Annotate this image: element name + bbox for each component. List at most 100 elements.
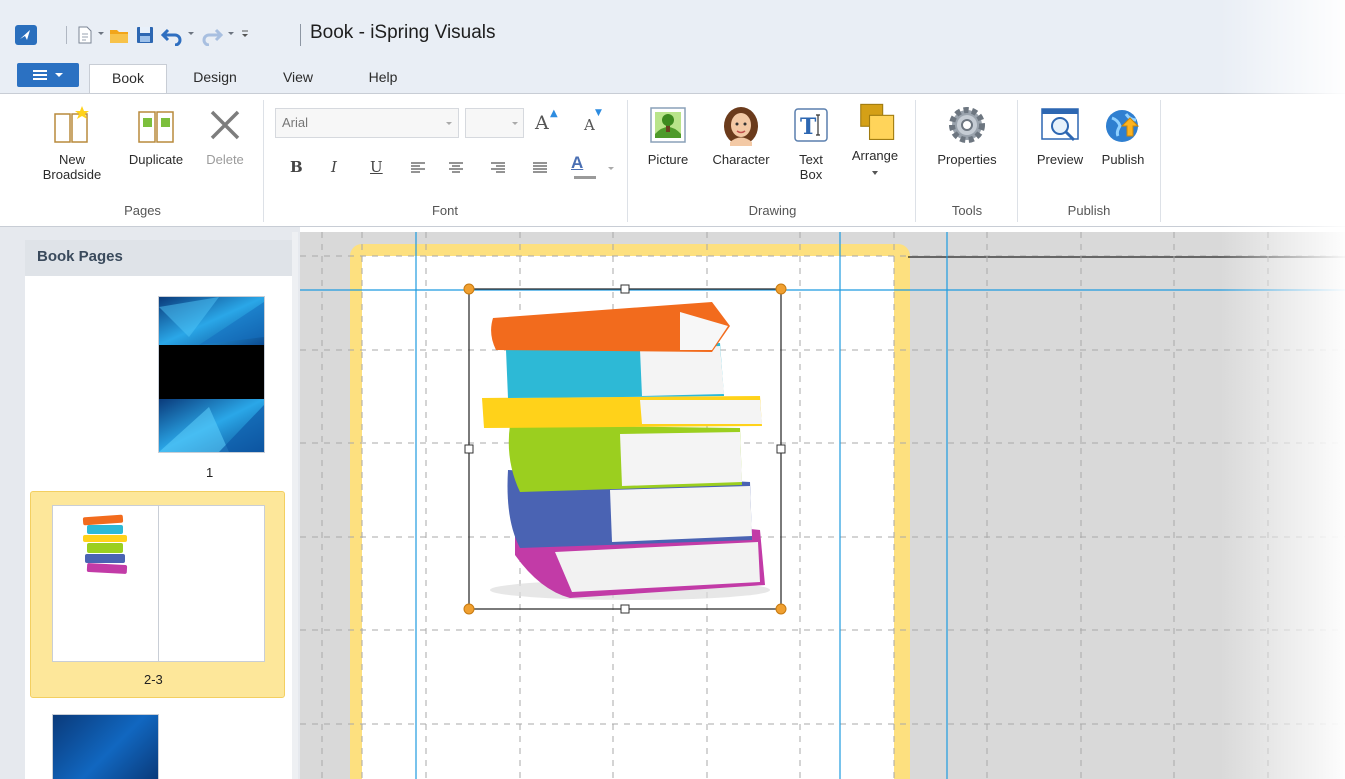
align-center-icon[interactable] (448, 161, 464, 175)
grow-font-glyph: A (535, 112, 549, 134)
character-icon (724, 107, 758, 146)
pages-group-label: Pages (124, 203, 161, 218)
new-dropdown-arrow[interactable] (98, 32, 104, 35)
duplicate-icon (138, 111, 174, 143)
canvas-drawing (300, 232, 1345, 779)
group-separator (627, 100, 628, 222)
duplicate-label: Duplicate (128, 152, 184, 167)
italic-button[interactable]: I (331, 158, 337, 176)
undo-icon[interactable] (160, 24, 184, 46)
open-folder-icon[interactable] (108, 24, 130, 46)
page-1-preview (159, 297, 264, 452)
arrange-label: Arrange (851, 148, 899, 163)
bold-button[interactable]: B (290, 158, 303, 176)
selected-picture[interactable] (469, 289, 781, 609)
grow-arrow-icon: ▲ (550, 108, 558, 119)
resize-handle-top-left[interactable] (464, 284, 474, 294)
tab-view[interactable]: View (273, 64, 323, 93)
align-left-icon[interactable] (410, 161, 426, 175)
font-size-dropdown-icon (512, 122, 518, 125)
picture-label: Picture (647, 152, 689, 167)
font-family-select[interactable]: Arial (275, 108, 459, 138)
file-menu-button[interactable] (17, 63, 79, 87)
font-family-dropdown-icon (446, 122, 452, 125)
font-group-label: Font (431, 203, 458, 218)
tab-help[interactable]: Help (348, 64, 418, 93)
customize-quick-access-icon[interactable] (240, 24, 250, 46)
new-document-icon[interactable] (76, 24, 94, 46)
editing-canvas[interactable] (300, 232, 1345, 779)
group-separator (263, 100, 264, 222)
group-separator (1017, 100, 1018, 222)
page-4-thumbnail[interactable] (52, 714, 159, 779)
delete-icon (210, 110, 240, 140)
text-box-label-1: Text (799, 152, 823, 167)
align-right-icon[interactable] (490, 161, 506, 175)
books-thumbnail-icon (82, 514, 128, 574)
properties-button[interactable]: Properties (924, 104, 1010, 167)
chevron-down-icon (55, 73, 63, 77)
tab-book[interactable]: Book (89, 64, 167, 94)
svg-text:T: T (800, 114, 817, 140)
arrange-button[interactable]: Arrange (842, 100, 908, 178)
text-box-button[interactable]: T Text Box (786, 104, 836, 182)
tab-design[interactable]: Design (178, 64, 252, 93)
preview-button[interactable]: Preview (1027, 104, 1093, 167)
title-separator (300, 24, 301, 46)
grow-font-button[interactable]: A ▲ (535, 108, 558, 134)
preview-label: Preview (1036, 152, 1084, 167)
text-box-icon: T (794, 108, 828, 142)
delete-label: Delete (206, 152, 244, 167)
group-separator (915, 100, 916, 222)
underline-button[interactable]: U (370, 158, 383, 176)
justify-icon[interactable] (532, 161, 548, 175)
arrange-icon (860, 103, 895, 140)
resize-handle-bottom-right[interactable] (776, 604, 786, 614)
page-1-label: 1 (206, 465, 214, 480)
save-icon[interactable] (134, 24, 156, 46)
window-title: Book - iSpring Visuals (310, 22, 496, 43)
text-box-label-2: Box (799, 167, 823, 182)
undo-dropdown-arrow[interactable] (188, 32, 194, 35)
font-color-button[interactable]: A (571, 153, 583, 173)
page-2-3-thumbnail[interactable] (52, 505, 265, 662)
gear-icon (949, 107, 985, 143)
picture-icon (650, 107, 686, 143)
resize-handle-bottom-left[interactable] (464, 604, 474, 614)
shrink-font-button[interactable]: A ▼ (584, 108, 602, 134)
page-1-thumbnail[interactable] (158, 296, 265, 453)
preview-icon (1041, 108, 1079, 142)
publish-globe-icon (1106, 110, 1140, 142)
picture-button[interactable]: Picture (640, 104, 696, 167)
publish-button[interactable]: Publish (1092, 104, 1154, 167)
duplicate-button[interactable]: Duplicate (117, 104, 195, 167)
right-fade-overlay (1220, 0, 1345, 779)
app-logo-icon[interactable] (15, 25, 37, 45)
publish-group-label: Publish (1067, 203, 1111, 218)
font-color-swatch (574, 176, 596, 179)
quick-access-separator (66, 26, 67, 44)
properties-label: Properties (937, 152, 997, 167)
arrange-dropdown-icon (872, 171, 878, 175)
new-broadside-button[interactable]: New Broadside (32, 104, 112, 182)
new-broadside-label-1: New (58, 152, 85, 167)
font-color-dropdown-icon[interactable] (608, 167, 614, 170)
redo-dropdown-arrow[interactable] (228, 32, 234, 35)
tools-group-label: Tools (951, 203, 983, 218)
character-label: Character (712, 152, 770, 167)
left-panel-scrollbar[interactable] (292, 232, 298, 779)
shrink-font-glyph: A (584, 116, 595, 134)
new-broadside-icon (54, 106, 89, 143)
drawing-group-label: Drawing (748, 203, 797, 218)
character-button[interactable]: Character (701, 104, 781, 167)
resize-handle-top-right[interactable] (776, 284, 786, 294)
redo-icon[interactable] (200, 24, 224, 46)
group-separator (1160, 100, 1161, 222)
shrink-arrow-icon: ▼ (595, 108, 602, 118)
book-pages-title: Book Pages (25, 240, 292, 276)
page-2-3-label: 2-3 (144, 672, 163, 687)
menu-icon (33, 70, 47, 80)
page-spine (158, 506, 159, 661)
new-broadside-label-2: Broadside (42, 167, 102, 182)
delete-button[interactable]: Delete (195, 104, 255, 167)
